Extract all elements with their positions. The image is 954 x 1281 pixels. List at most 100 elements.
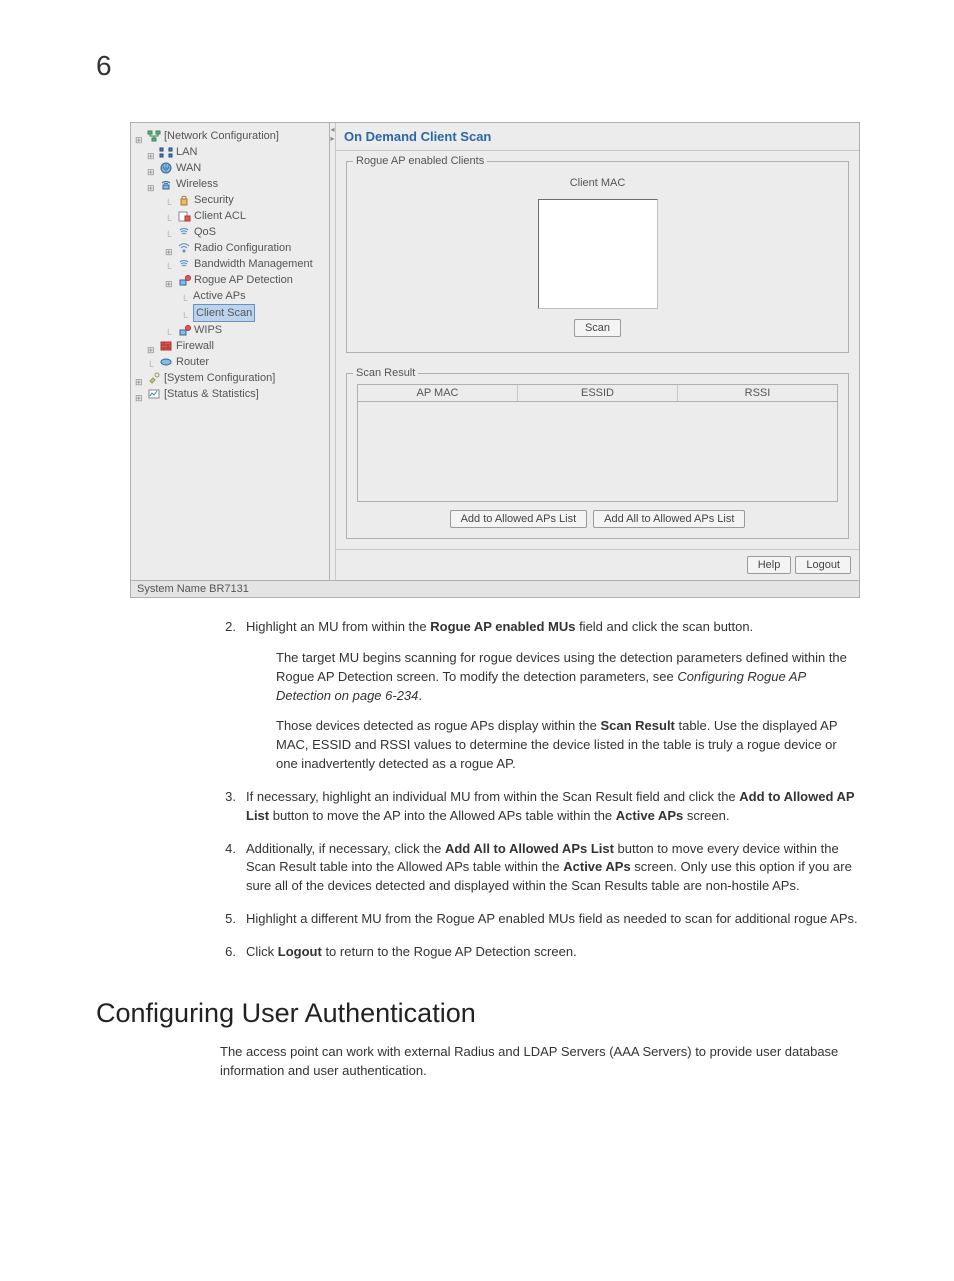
tree-item-network-config[interactable]: [Network Configuration] [135, 128, 325, 144]
lan-icon [159, 146, 173, 158]
expand-icon[interactable] [135, 132, 144, 141]
text-bold: Logout [278, 944, 322, 959]
text-bold: Active APs [616, 808, 683, 823]
tree-line-icon [165, 212, 174, 221]
expand-icon[interactable] [147, 148, 156, 157]
tree-item-firewall[interactable]: Firewall [135, 338, 325, 354]
expand-icon[interactable] [165, 276, 174, 285]
expand-icon[interactable] [135, 374, 144, 383]
section-heading: Configuring User Authentication [96, 998, 954, 1029]
tree-label: Security [194, 192, 234, 208]
tree-label: Bandwidth Management [194, 256, 313, 272]
text: to return to the Rogue AP Detection scre… [322, 944, 577, 959]
tree-item-bandwidth[interactable]: Bandwidth Management [135, 256, 325, 272]
scan-button[interactable]: Scan [574, 319, 621, 337]
status-bar: System Name BR7131 [131, 580, 859, 597]
step-4: 4. Additionally, if necessary, click the… [220, 840, 860, 897]
acl-icon [177, 210, 191, 222]
tree-label: QoS [194, 224, 216, 240]
wireless-icon [159, 178, 173, 190]
text: Highlight an MU from within the [246, 619, 430, 634]
add-all-to-allowed-button[interactable]: Add All to Allowed APs List [593, 510, 745, 528]
step-number: 5. [220, 910, 246, 929]
help-button[interactable]: Help [747, 556, 792, 574]
tree-label: Router [176, 354, 209, 370]
tree-label: Active APs [193, 288, 246, 304]
tree-item-active-aps[interactable]: Active APs [135, 288, 325, 304]
tree-item-system-config[interactable]: [System Configuration] [135, 370, 325, 386]
step-5: 5. Highlight a different MU from the Rog… [220, 910, 860, 929]
expand-icon[interactable] [147, 342, 156, 351]
expand-icon[interactable] [147, 164, 156, 173]
text: screen. [683, 808, 729, 823]
stats-icon [147, 388, 161, 400]
col-essid[interactable]: ESSID [518, 385, 678, 401]
tree-line-icon [165, 326, 174, 335]
step-number: 2. [220, 618, 246, 774]
tree-item-rogue-ap[interactable]: Rogue AP Detection [135, 272, 325, 288]
tree-item-qos[interactable]: QoS [135, 224, 325, 240]
nav-tree: [Network Configuration] LAN WAN Wireless [131, 123, 330, 580]
tree-item-client-acl[interactable]: Client ACL [135, 208, 325, 224]
text-bold: Active APs [563, 859, 630, 874]
tree-item-wips[interactable]: WIPS [135, 322, 325, 338]
tree-item-wireless[interactable]: Wireless [135, 176, 325, 192]
tree-item-router[interactable]: Router [135, 354, 325, 370]
tree-line-icon [181, 292, 190, 301]
fieldset-legend: Rogue AP enabled Clients [353, 155, 487, 167]
page-number: 6 [0, 50, 954, 82]
main-panel: On Demand Client Scan Rogue AP enabled C… [336, 123, 859, 580]
step-3: 3. If necessary, highlight an individual… [220, 788, 860, 826]
tree-label: Wireless [176, 176, 218, 192]
scan-result-table[interactable] [357, 402, 838, 502]
add-to-allowed-button[interactable]: Add to Allowed APs List [450, 510, 588, 528]
tree-item-lan[interactable]: LAN [135, 144, 325, 160]
tree-line-icon [147, 358, 156, 367]
tree-item-status[interactable]: [Status & Statistics] [135, 386, 325, 402]
text-bold: Scan Result [600, 718, 674, 733]
section-paragraph: The access point can work with external … [220, 1043, 860, 1081]
tree-line-icon [165, 196, 174, 205]
rogue-clients-fieldset: Rogue AP enabled Clients Client MAC Scan [346, 161, 849, 353]
text: Additionally, if necessary, click the [246, 841, 445, 856]
logout-button[interactable]: Logout [795, 556, 851, 574]
client-mac-listbox[interactable] [538, 199, 658, 309]
tree-item-security[interactable]: Security [135, 192, 325, 208]
radio-icon [177, 242, 191, 254]
scan-result-header: AP MAC ESSID RSSI [357, 384, 838, 402]
firewall-icon [159, 340, 173, 352]
text-bold: Add All to Allowed APs List [445, 841, 614, 856]
app-screenshot: [Network Configuration] LAN WAN Wireless [130, 122, 860, 598]
router-icon [159, 356, 173, 368]
tree-item-wan[interactable]: WAN [135, 160, 325, 176]
tree-item-client-scan[interactable]: Client Scan [135, 304, 325, 322]
col-rssi[interactable]: RSSI [678, 385, 837, 401]
tree-label: Firewall [176, 338, 214, 354]
tools-icon [147, 372, 161, 384]
text: Click [246, 944, 278, 959]
wan-icon [159, 162, 173, 174]
network-icon [147, 130, 161, 142]
security-icon [177, 194, 191, 206]
expand-icon[interactable] [135, 390, 144, 399]
text: button to move the AP into the Allowed A… [269, 808, 616, 823]
expand-icon[interactable] [165, 244, 174, 253]
step-2: 2. Highlight an MU from within the Rogue… [220, 618, 860, 774]
text: Those devices detected as rogue APs disp… [276, 718, 600, 733]
col-apmac[interactable]: AP MAC [358, 385, 518, 401]
scan-result-fieldset: Scan Result AP MAC ESSID RSSI Add to All… [346, 373, 849, 539]
tree-line-icon [165, 260, 174, 269]
footer-buttons: Help Logout [336, 549, 859, 580]
qos-icon [177, 226, 191, 238]
bandwidth-icon [177, 258, 191, 270]
text: . [418, 688, 422, 703]
tree-label: [System Configuration] [164, 370, 275, 386]
client-mac-label: Client MAC [570, 177, 626, 189]
tree-label-selected: Client Scan [193, 304, 255, 322]
tree-label: [Status & Statistics] [164, 386, 259, 402]
text: field and click the scan button. [575, 619, 753, 634]
expand-icon[interactable] [147, 180, 156, 189]
tree-item-radio-config[interactable]: Radio Configuration [135, 240, 325, 256]
step-number: 4. [220, 840, 246, 897]
tree-label: LAN [176, 144, 197, 160]
